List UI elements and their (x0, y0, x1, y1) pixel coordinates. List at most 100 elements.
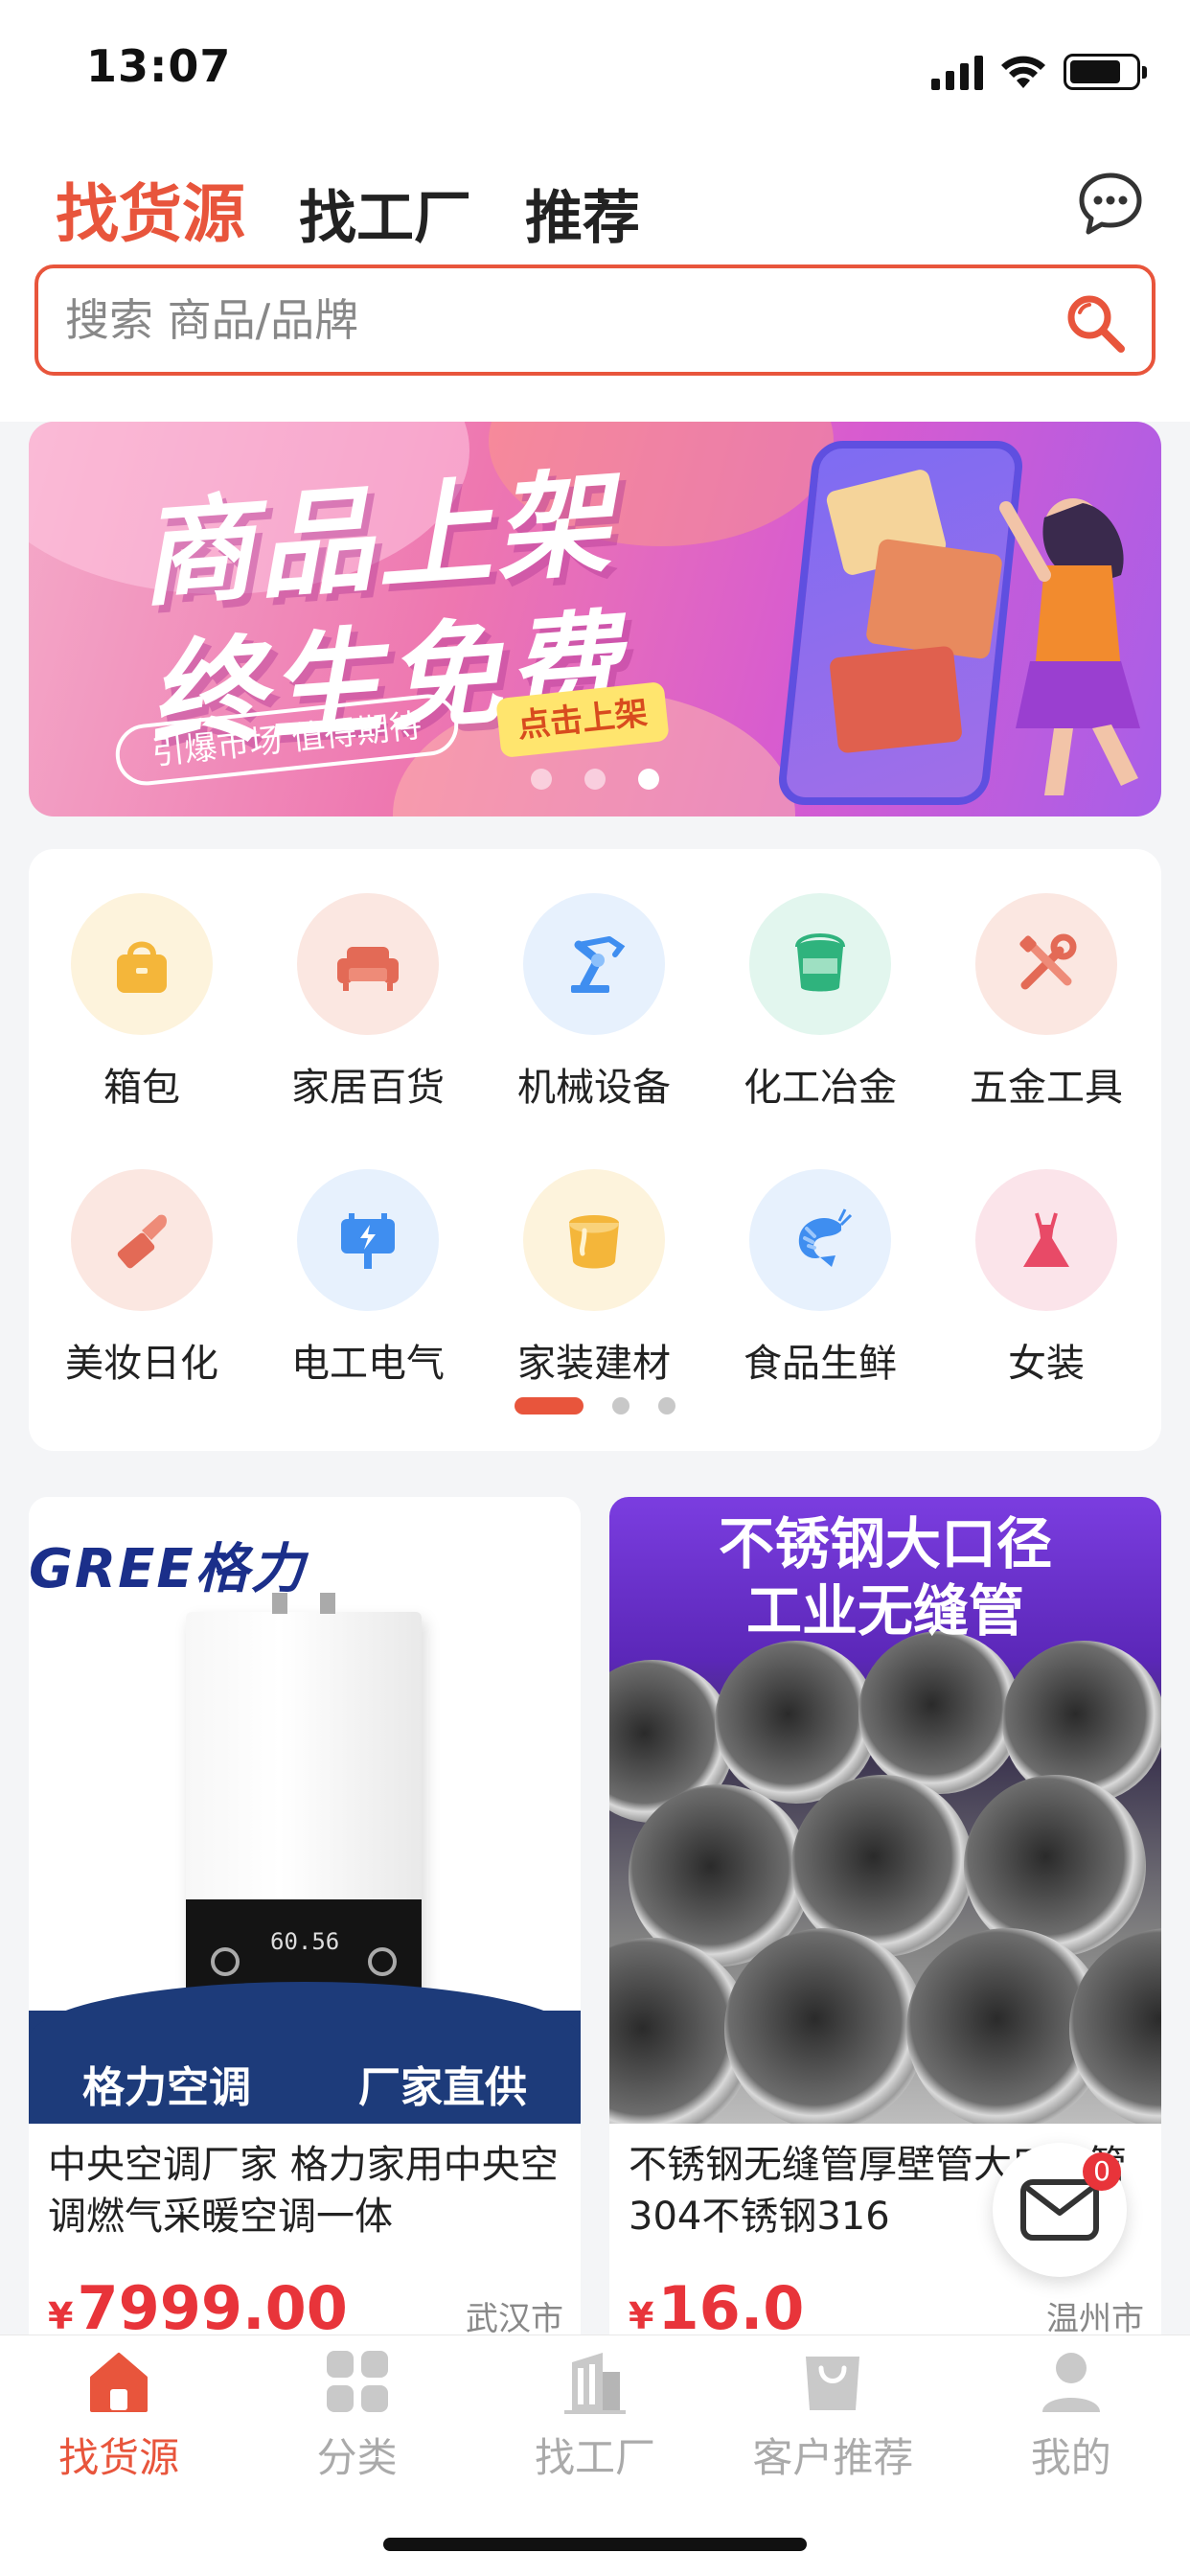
product-image[interactable]: GREE格力 60.56 格力空调 厂家直供 (29, 1497, 581, 2124)
price-value: 7999.00 (77, 2273, 348, 2343)
tabbar-label: 找货源 (58, 2434, 180, 2481)
category-home-building[interactable]: 家装建材 (481, 1169, 707, 1388)
banner-dot-active[interactable] (638, 769, 659, 790)
pipe-illustration (858, 1631, 1021, 1794)
tools-icon (975, 893, 1117, 1035)
banner-dot[interactable] (584, 769, 606, 790)
category-label: 化工冶金 (744, 1066, 897, 1110)
robot-arm-icon (523, 893, 665, 1035)
paint-bucket-icon (749, 893, 891, 1035)
top-tabs: 找货源 找工厂 推荐 (56, 163, 640, 255)
product-card-ac[interactable]: GREE格力 60.56 格力空调 厂家直供 中央空调厂家 格力家用中央空调燃气… (29, 1497, 581, 2455)
currency-symbol: ¥ (629, 2295, 654, 2337)
category-card: 箱包 家居百货 机械设备 化工冶金 五金工具 美妆日化 电工电气 家装建材 食品… (29, 849, 1161, 1451)
product-card-steel-pipe[interactable]: 不锈钢大口径 工业无缝管 不锈钢无缝管厚壁管大口径管304不锈钢316 ¥16.… (609, 1497, 1161, 2455)
product-price: ¥16.0 (629, 2273, 804, 2343)
category-label: 机械设备 (517, 1066, 671, 1110)
category-label: 食品生鲜 (744, 1342, 897, 1386)
banner-dot[interactable] (531, 769, 552, 790)
envelope-icon (1020, 2179, 1099, 2241)
product-name: 中央空调厂家 格力家用中央空调燃气采暖空调一体 (48, 2143, 559, 2239)
brand-logo: GREE格力 (29, 1538, 307, 1600)
price-value: 16.0 (657, 2273, 805, 2343)
home-indicator[interactable] (383, 2538, 807, 2551)
image-title-line1: 不锈钢大口径 (718, 1511, 1052, 1576)
paint-can-icon (523, 1169, 665, 1311)
lipstick-icon (71, 1169, 213, 1311)
sofa-icon (297, 893, 439, 1035)
floating-message-button[interactable]: 0 (993, 2143, 1127, 2277)
banner-pagination (29, 769, 1161, 790)
wifi-icon (1001, 56, 1045, 88)
search-icon[interactable] (1064, 291, 1127, 355)
chat-bubble-icon[interactable] (1077, 171, 1144, 238)
header: 找货源 找工厂 推荐 (0, 144, 1190, 422)
category-fresh-food[interactable]: 食品生鲜 (707, 1169, 933, 1388)
promo-banner[interactable]: 商品上架 终生免费 引爆市场 值得期待 点击上架 (29, 422, 1161, 816)
category-label: 五金工具 (970, 1066, 1123, 1110)
category-hardware-tools[interactable]: 五金工具 (933, 893, 1159, 1112)
tabbar-label: 找工厂 (534, 2434, 655, 2481)
category-machinery[interactable]: 机械设备 (481, 893, 707, 1112)
tab-find-factory[interactable]: 找工厂 (299, 172, 471, 255)
knob-icon (211, 1947, 240, 1976)
category-label: 家装建材 (517, 1342, 671, 1386)
category-chemicals-metallurgy[interactable]: 化工冶金 (707, 893, 933, 1112)
tabbar-item-me[interactable]: 我的 (966, 2347, 1177, 2484)
category-electrical[interactable]: 电工电气 (255, 1169, 481, 1388)
tabbar-label: 客户推荐 (752, 2434, 914, 2481)
category-bags[interactable]: 箱包 (29, 893, 255, 1112)
tabbar-label: 我的 (1030, 2434, 1111, 2481)
bag-icon (71, 893, 213, 1035)
category-page-indicator[interactable] (612, 1397, 629, 1414)
category-label: 女装 (1008, 1342, 1085, 1386)
user-icon (1041, 2353, 1100, 2412)
category-womens-clothing[interactable]: 女装 (933, 1169, 1159, 1388)
promo-band: 格力空调 厂家直供 (29, 1982, 581, 2124)
product-image[interactable]: 不锈钢大口径 工业无缝管 (609, 1497, 1161, 2124)
tab-recommend[interactable]: 推荐 (525, 172, 640, 255)
search-input[interactable] (65, 268, 1023, 372)
unread-badge: 0 (1083, 2152, 1121, 2191)
knob-icon (368, 1947, 397, 1976)
package-illustration (829, 645, 963, 754)
category-home-goods[interactable]: 家居百货 (255, 893, 481, 1112)
tabbar-item-categories[interactable]: 分类 (252, 2347, 463, 2484)
category-page-indicator[interactable] (658, 1397, 675, 1414)
category-label: 美妆日化 (65, 1342, 218, 1386)
slogan-left: 格力空调 (82, 2063, 251, 2112)
cellular-signal-icon (931, 54, 983, 90)
heater-display: 60.56 (270, 1928, 340, 1955)
category-cosmetics[interactable]: 美妆日化 (29, 1169, 255, 1388)
search-bar (34, 264, 1156, 376)
status-bar: 13:07 (0, 0, 1190, 144)
category-label: 家居百货 (291, 1066, 445, 1110)
image-title: 不锈钢大口径 工业无缝管 (609, 1510, 1161, 1644)
category-grid: 箱包 家居百货 机械设备 化工冶金 五金工具 美妆日化 电工电气 家装建材 食品… (29, 893, 1161, 1388)
tabbar-item-find-source[interactable]: 找货源 (13, 2347, 224, 2484)
category-page-indicator-active[interactable] (515, 1397, 584, 1414)
tabbar-item-find-factory[interactable]: 找工厂 (490, 2347, 700, 2484)
tabbar-item-customer-recommend[interactable]: 客户推荐 (727, 2347, 938, 2484)
shopping-bag-icon (806, 2357, 860, 2410)
product-city: 武汉市 (466, 2300, 563, 2338)
tab-find-source[interactable]: 找货源 (56, 163, 245, 255)
pipe-illustration (724, 1928, 926, 2124)
tabbar-label: 分类 (316, 2434, 398, 2481)
category-label: 箱包 (103, 1066, 180, 1110)
product-price: ¥7999.00 (48, 2273, 348, 2343)
shrimp-icon (749, 1169, 891, 1311)
electric-sign-icon (297, 1169, 439, 1311)
status-time: 13:07 (86, 40, 232, 92)
status-icons (931, 48, 1147, 96)
dress-icon (975, 1169, 1117, 1311)
image-title-line2: 工业无缝管 (745, 1578, 1024, 1644)
category-pagination (29, 1397, 1161, 1414)
building-icon (563, 2353, 626, 2414)
category-label: 电工电气 (291, 1342, 445, 1386)
battery-icon (1064, 54, 1147, 90)
water-heater-illustration: 60.56 (186, 1593, 422, 2014)
currency-symbol: ¥ (48, 2295, 74, 2337)
product-city: 温州市 (1046, 2300, 1144, 2338)
slogan-right: 厂家直供 (358, 2063, 527, 2112)
